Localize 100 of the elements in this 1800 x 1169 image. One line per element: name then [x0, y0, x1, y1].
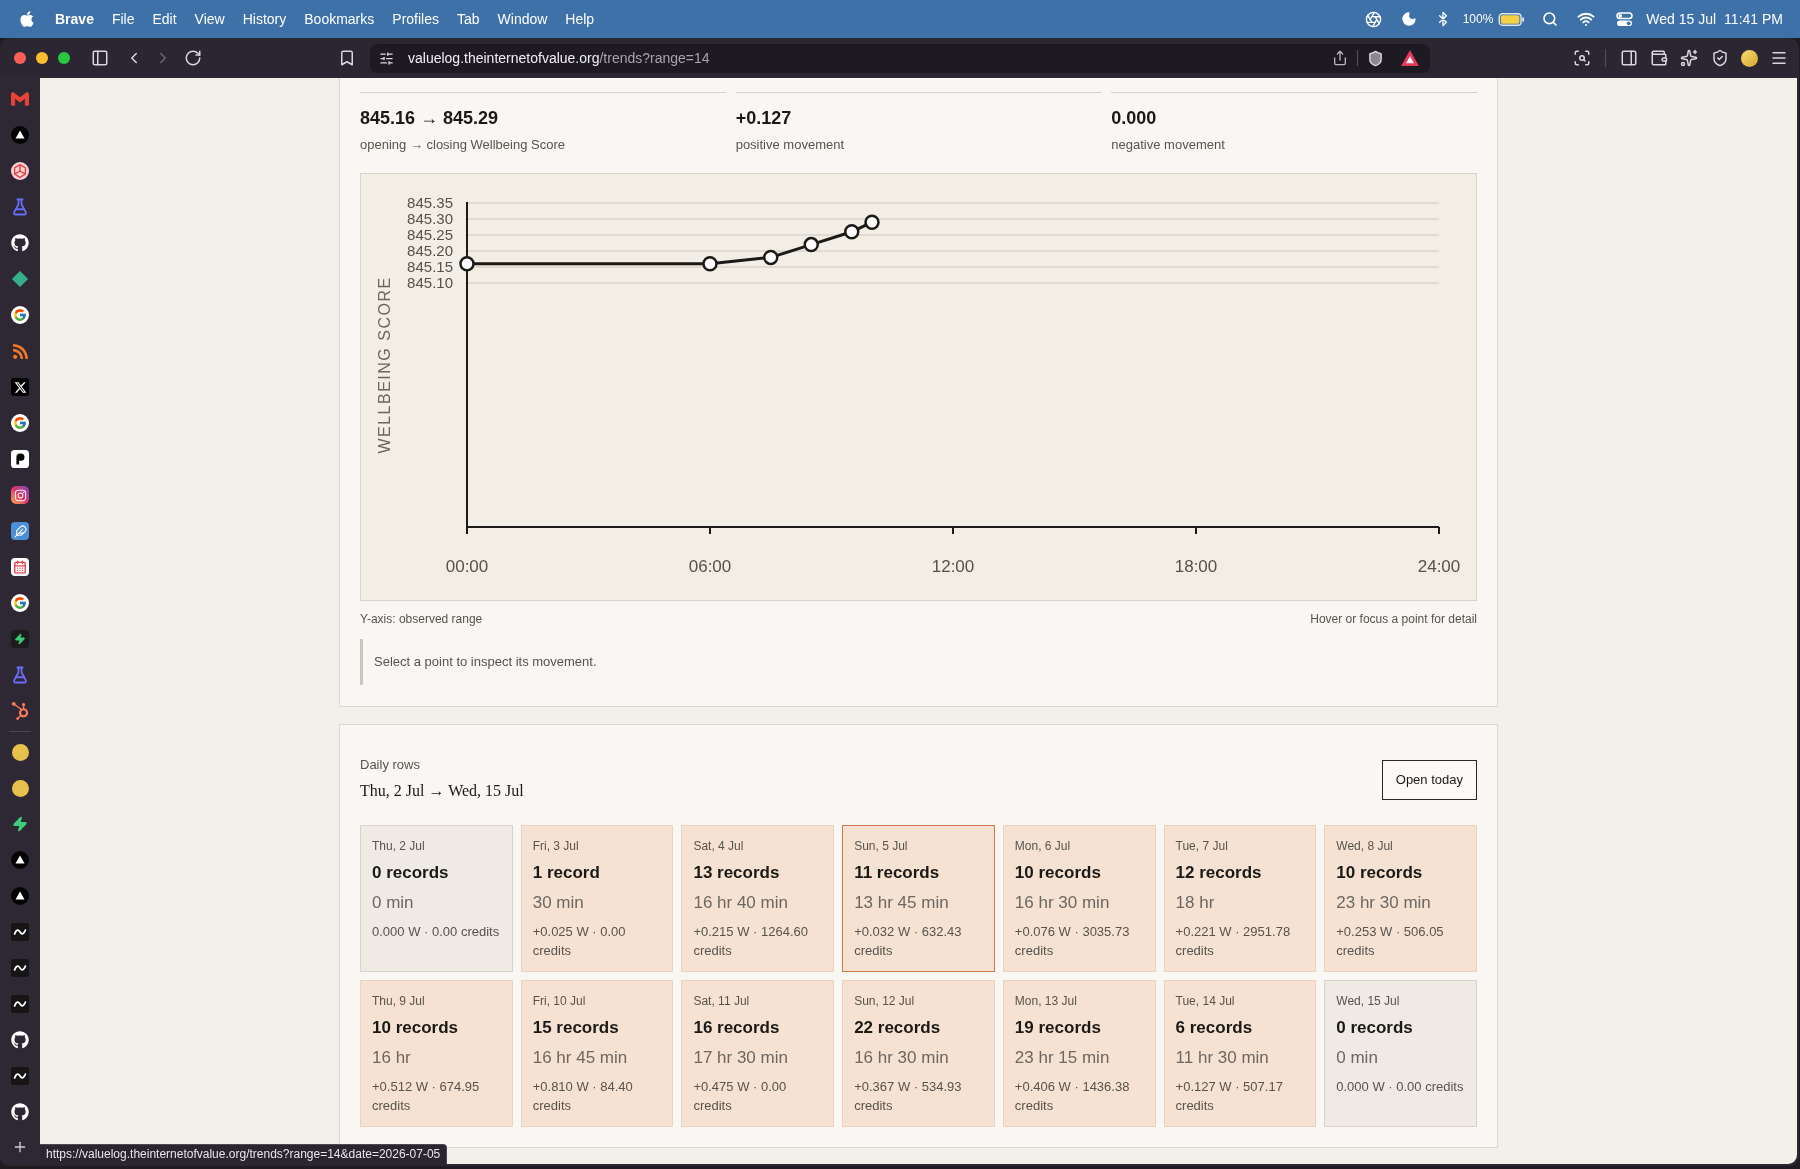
calendar-icon[interactable] [11, 558, 29, 576]
address-bar[interactable]: valuelog.theinternetofvalue.org/trends?range=14 [370, 43, 1430, 73]
day-card[interactable]: Tue, 7 Jul 12 records 18 hr +0.221 W · 2951.78 credits [1163, 825, 1317, 972]
record-count: 1 record [532, 862, 601, 884]
data-point[interactable] [803, 236, 819, 253]
hexagon-icon[interactable] [11, 162, 29, 180]
flask-icon[interactable] [11, 198, 29, 216]
reload-icon[interactable] [184, 49, 202, 67]
lightning-icon[interactable] [12, 816, 28, 832]
wave-icon[interactable] [11, 923, 29, 941]
close-window-icon[interactable] [14, 52, 26, 64]
moon-icon[interactable] [1400, 11, 1417, 27]
record-count: 19 records [1014, 1017, 1102, 1039]
day-card[interactable]: Sun, 5 Jul 11 records 13 hr 45 min +0.032 W · 632.43 credits [842, 825, 995, 972]
sparkles-icon[interactable] [1680, 49, 1698, 67]
day-date: Tue, 7 Jul [1175, 838, 1229, 854]
wifi-icon[interactable] [1577, 10, 1596, 28]
menu-item[interactable]: Window [497, 8, 548, 30]
toggles-icon[interactable] [1616, 11, 1634, 27]
aperture-icon[interactable] [1364, 10, 1382, 28]
sidebar-toggle-icon[interactable] [91, 49, 109, 67]
day-card[interactable]: Wed, 8 Jul 10 records 23 hr 30 min +0.253 W · 506.05 credits [1324, 825, 1477, 972]
data-point[interactable] [864, 214, 880, 230]
day-card[interactable]: Fri, 10 Jul 15 records 16 hr 45 min +0.810 W · 84.40 credits [520, 980, 674, 1127]
google-icon[interactable] [11, 594, 29, 612]
stat-label: negative movement [1111, 136, 1226, 154]
menu-item[interactable]: View [194, 8, 225, 30]
menu-icon[interactable] [1770, 49, 1788, 67]
battery-icon[interactable] [1498, 12, 1526, 26]
duration-text: 30 min [532, 892, 585, 914]
data-point[interactable] [702, 256, 718, 272]
wave-icon[interactable] [11, 995, 29, 1013]
day-card[interactable]: Thu, 2 Jul 0 records 0 min 0.000 W · 0.00 credits [360, 825, 513, 972]
data-point[interactable] [459, 256, 475, 272]
link-preview: https://valuelog.theinternetofvalue.org/trends?range=14&date=2026-07-05 [40, 1144, 448, 1164]
lightning-icon[interactable] [11, 630, 29, 648]
square-logo-icon[interactable] [11, 450, 29, 468]
flask-icon[interactable] [11, 666, 29, 684]
shield-check-icon[interactable] [1711, 49, 1729, 67]
day-card[interactable]: Thu, 9 Jul 10 records 16 hr +0.512 W · 674.95 credits [360, 980, 513, 1127]
menu-item[interactable]: Help [565, 8, 595, 30]
plus-icon[interactable] [12, 1139, 28, 1155]
share-icon[interactable] [1332, 50, 1348, 66]
day-stats: +0.810 W · 84.40 credits [532, 1078, 634, 1115]
day-card[interactable]: Wed, 15 Jul 0 records 0 min 0.000 W · 0.00 credits [1324, 980, 1477, 1127]
day-date: Fri, 10 Jul [532, 993, 587, 1009]
menu-item[interactable]: File [111, 8, 135, 30]
axis-tick-label: 12:00 [931, 557, 975, 576]
wave-icon[interactable] [11, 959, 29, 977]
record-count: 12 records [1175, 862, 1263, 884]
app-menu[interactable]: Brave [55, 8, 94, 30]
search-icon[interactable] [1542, 11, 1559, 27]
data-point[interactable] [844, 224, 860, 240]
apple-icon[interactable] [19, 10, 35, 28]
coin-icon[interactable] [1741, 49, 1758, 67]
diamond-icon[interactable] [11, 270, 29, 288]
google-icon[interactable] [11, 414, 29, 432]
url-text[interactable]: valuelog.theinternetofvalue.org/trends?range=14 [408, 47, 710, 69]
day-card[interactable]: Mon, 13 Jul 19 records 23 hr 15 min +0.406 W · 1436.38 credits [1002, 980, 1156, 1127]
duration-text: 0 min [1336, 1047, 1379, 1069]
triangle-icon[interactable] [1401, 50, 1419, 66]
day-card[interactable]: Mon, 6 Jul 10 records 16 hr 30 min +0.076 W · 3035.73 credits [1002, 825, 1156, 972]
record-count: 15 records [532, 1017, 620, 1039]
day-card[interactable]: Sat, 11 Jul 16 records 17 hr 30 min +0.475 W · 0.00 credits [681, 980, 835, 1127]
wallet-icon[interactable] [1650, 49, 1668, 67]
site-settings-icon[interactable] [379, 50, 394, 66]
day-date: Fri, 3 Jul [532, 838, 580, 854]
day-card[interactable]: Tue, 14 Jul 6 records 11 hr 30 min +0.127 W · 507.17 credits [1163, 980, 1317, 1127]
record-count: 22 records [854, 1017, 942, 1039]
panel-icon[interactable] [1620, 49, 1638, 67]
day-card[interactable]: Fri, 3 Jul 1 record 30 min +0.025 W · 0.00 credits [520, 825, 674, 972]
menu-item[interactable]: Profiles [392, 8, 439, 30]
menu-item[interactable]: History [242, 8, 287, 30]
menu-item[interactable]: Bookmarks [304, 8, 375, 30]
feather-icon[interactable] [11, 522, 29, 540]
wave-icon[interactable] [11, 1067, 29, 1085]
tab-search-icon[interactable] [1573, 49, 1591, 67]
github-icon[interactable] [11, 1031, 29, 1049]
day-card[interactable]: Sat, 4 Jul 13 records 16 hr 40 min +0.215 W · 1264.60 credits [681, 825, 835, 972]
day-stats: +0.253 W · 506.05 credits [1336, 923, 1445, 960]
menu-item[interactable]: Edit [152, 8, 177, 30]
day-card[interactable]: Sun, 12 Jul 22 records 16 hr 30 min +0.367 W · 534.93 credits [842, 980, 995, 1127]
shield-icon[interactable] [1367, 49, 1384, 67]
open-today-button[interactable]: Open today [1381, 760, 1477, 800]
github-icon[interactable] [11, 234, 29, 252]
menu-item[interactable]: Tab [457, 8, 480, 30]
clock-text[interactable]: 11:41 PM [1724, 8, 1783, 30]
sprocket-icon[interactable] [11, 702, 29, 720]
bookmark-icon[interactable] [338, 49, 356, 67]
date-text[interactable]: Wed 15 Jul [1646, 8, 1717, 30]
github-icon[interactable] [11, 1103, 29, 1121]
data-point[interactable] [763, 249, 779, 266]
zoom-window-icon[interactable] [58, 52, 70, 64]
instagram-icon[interactable] [11, 486, 29, 504]
day-stats: +0.076 W · 3035.73 credits [1014, 923, 1131, 960]
x-logo-icon[interactable] [11, 378, 29, 396]
gmail-icon[interactable] [11, 90, 29, 108]
google-icon[interactable] [11, 306, 29, 324]
minimize-window-icon[interactable] [36, 52, 48, 64]
rss-icon[interactable] [11, 342, 29, 360]
